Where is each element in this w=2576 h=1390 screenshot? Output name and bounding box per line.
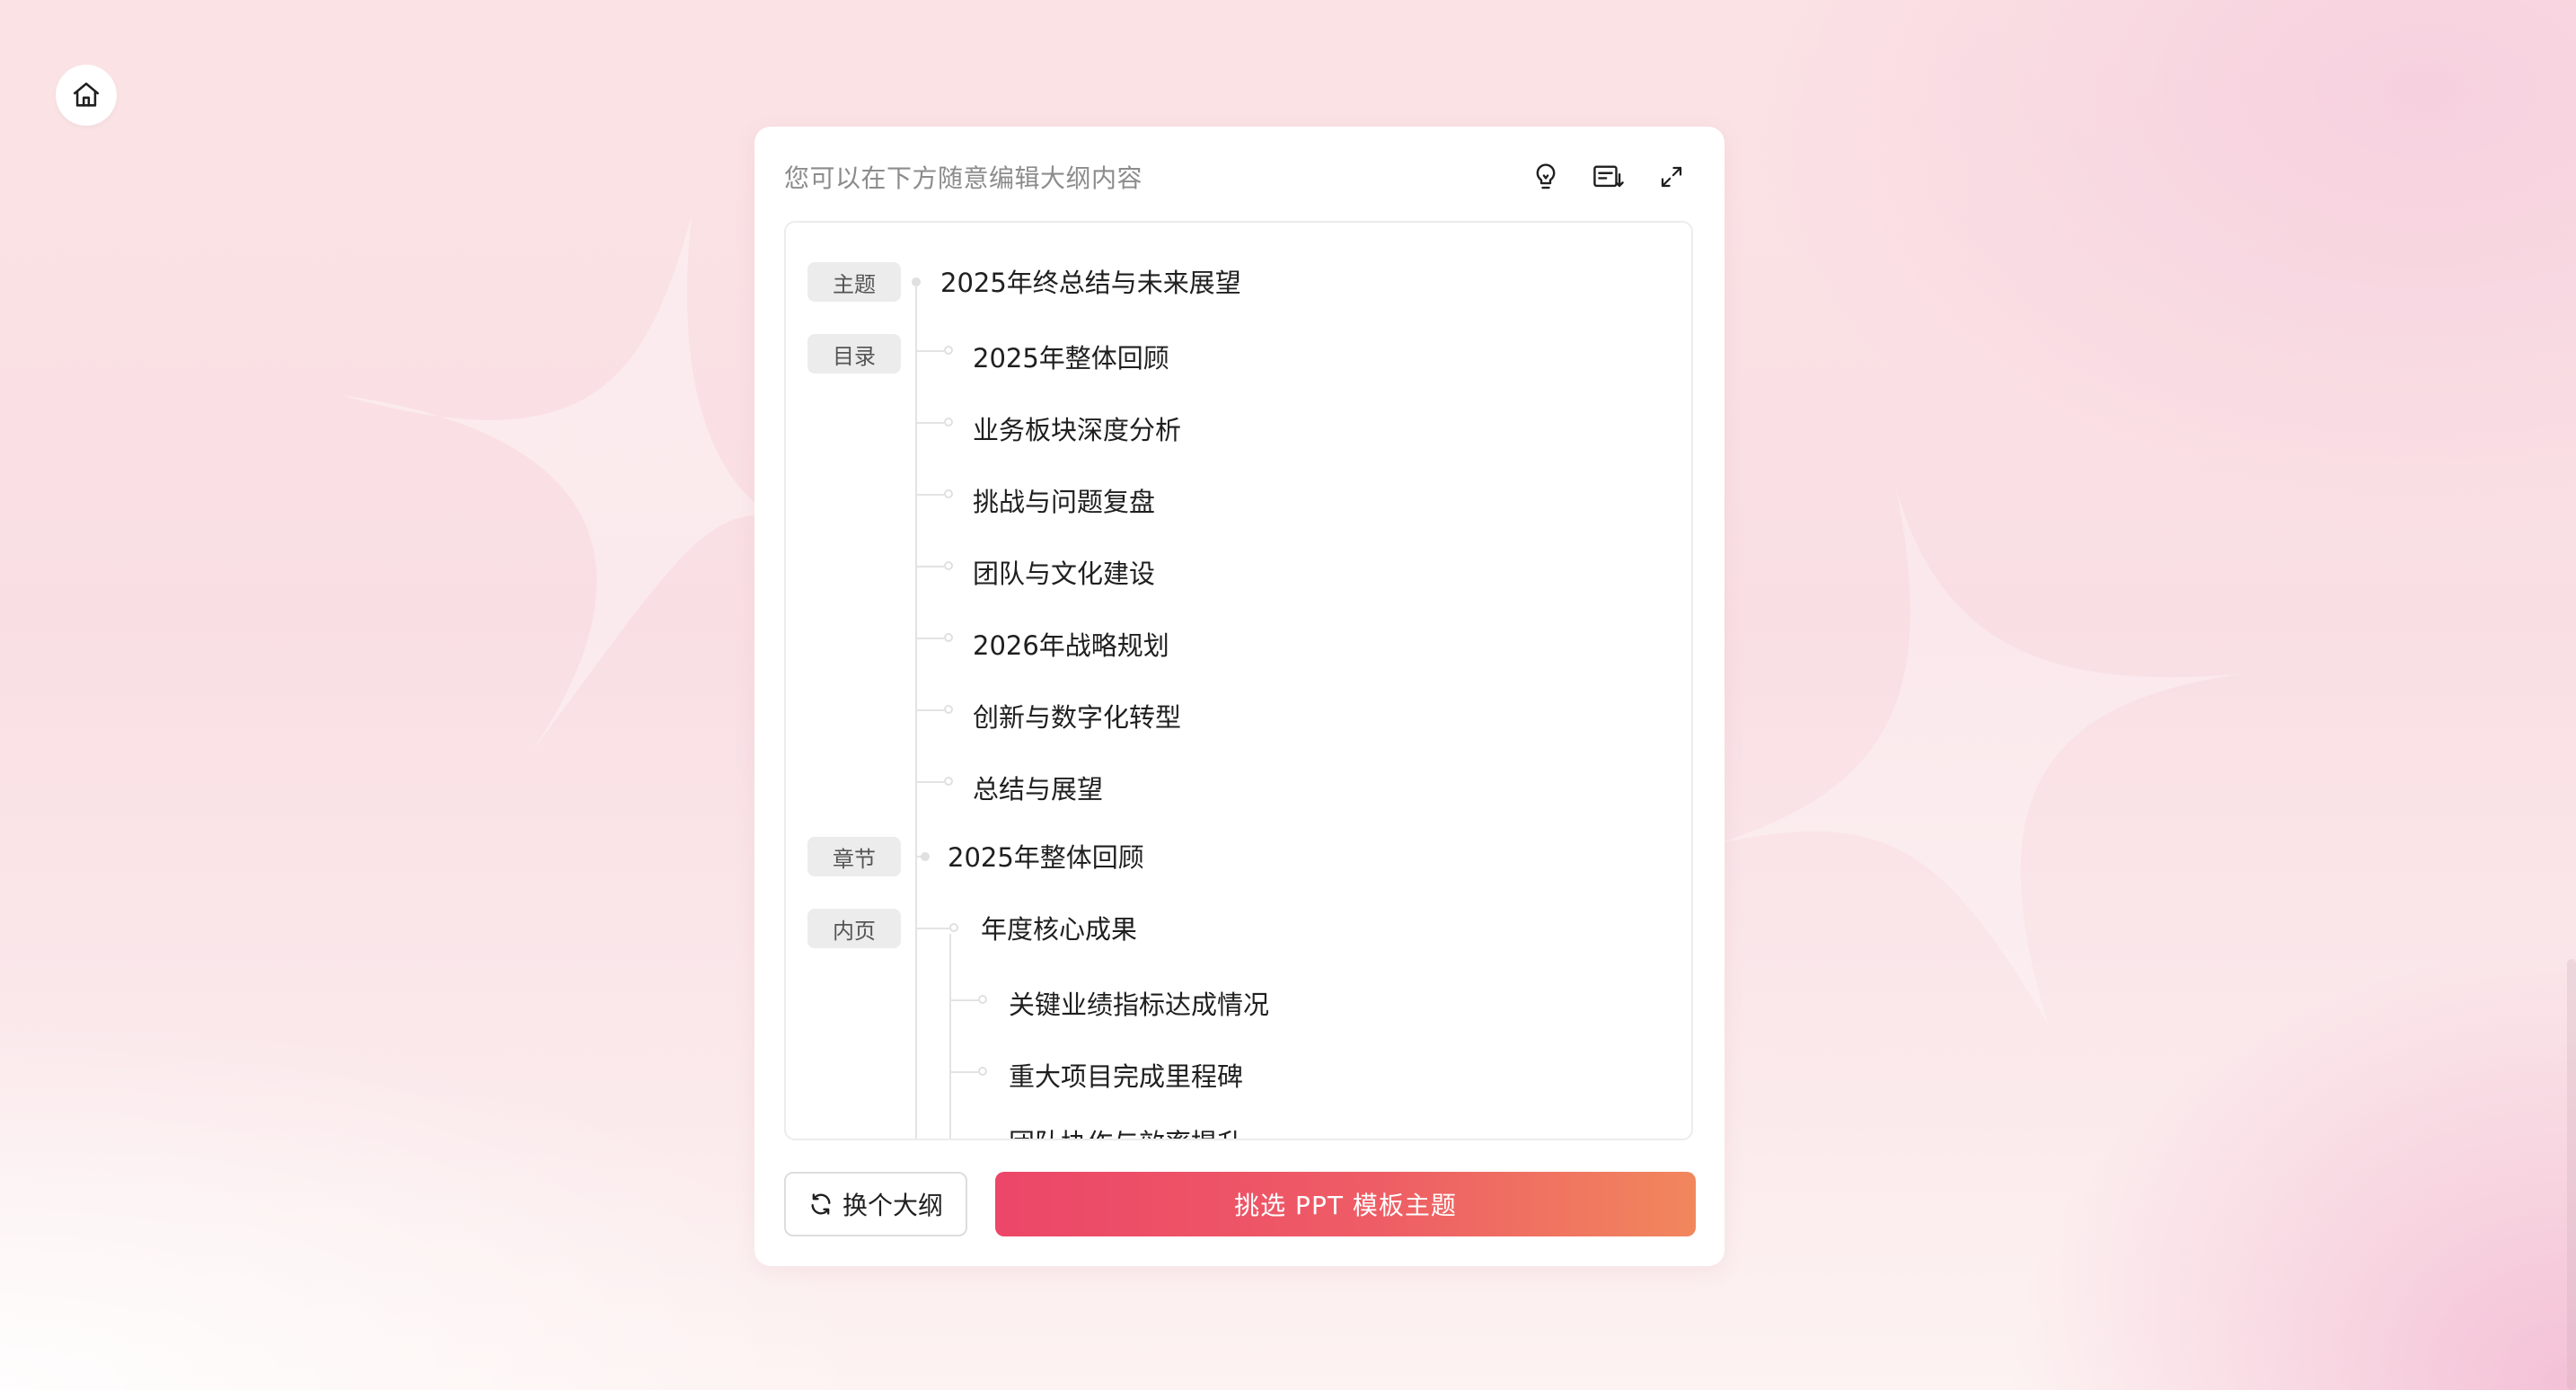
tree-branch-line	[917, 422, 944, 424]
tree-branch-line	[917, 566, 944, 567]
lightbulb-icon	[1536, 163, 1556, 189]
tree-node-ring	[978, 995, 987, 1004]
page-title[interactable]: 年度核心成果	[981, 909, 1137, 946]
regenerate-label: 换个大纲	[842, 1191, 943, 1220]
tree-node-ring	[944, 705, 953, 714]
tree-node-ring	[944, 346, 953, 355]
tree-node-ring	[978, 1067, 987, 1076]
tag-theme: 主题	[807, 262, 901, 302]
choose-template-button[interactable]: 挑选 PPT 模板主题	[995, 1172, 1696, 1236]
page-item[interactable]: 关键业绩指标达成情况	[1009, 984, 1269, 1022]
tree-sub-line	[949, 934, 951, 1139]
theme-title[interactable]: 2025年终总结与未来展望	[940, 262, 1241, 300]
header-toolbar	[1526, 157, 1691, 197]
toc-item[interactable]: 挑战与问题复盘	[973, 481, 1155, 519]
toc-item[interactable]: 2026年战略规划	[973, 625, 1169, 663]
outline-insert-icon	[1593, 165, 1624, 188]
tree-branch-line	[917, 638, 944, 639]
refresh-icon	[811, 1193, 831, 1215]
toc-item[interactable]: 总结与展望	[973, 769, 1103, 806]
toc-item[interactable]: 2025年整体回顾	[973, 338, 1169, 375]
toc-item[interactable]: 业务板块深度分析	[973, 409, 1181, 447]
tree-branch-line	[951, 999, 978, 1001]
choose-template-label: 挑选 PPT 模板主题	[1234, 1191, 1457, 1220]
expand-icon	[1661, 166, 1682, 188]
tree-node-ring	[944, 561, 953, 570]
tree-node-ring	[944, 633, 953, 642]
tree-node-dot	[912, 277, 921, 286]
page-item[interactable]: 团队协作与效率提升	[1009, 1122, 1243, 1139]
regenerate-outline-button[interactable]: 换个大纲	[784, 1172, 967, 1236]
tree-branch-line	[917, 928, 949, 929]
toc-item[interactable]: 创新与数字化转型	[973, 697, 1181, 735]
home-button[interactable]	[56, 65, 117, 126]
outline-tree[interactable]: 主题 2025年终总结与未来展望 目录 2025年整体回顾 业务板块深度分析 挑…	[784, 221, 1693, 1140]
tree-branch-line	[917, 494, 944, 496]
edit-hint: 您可以在下方随意编辑大纲内容	[784, 163, 1143, 193]
tree-trunk-line	[915, 284, 917, 1139]
page-scrollbar[interactable]	[2567, 959, 2576, 1390]
background-sparkle-right	[1716, 485, 2245, 1024]
tree-branch-line	[917, 709, 944, 711]
tree-node-ring	[944, 777, 953, 786]
home-icon	[73, 82, 100, 107]
insert-outline-button[interactable]	[1589, 157, 1628, 197]
tag-page: 内页	[807, 909, 901, 948]
outline-editor-card: 您可以在下方随意编辑大纲内容 主题 2025年终总结与未来展望 目录 2025年…	[754, 127, 1725, 1266]
tree-branch-line	[917, 781, 944, 783]
fullscreen-button[interactable]	[1652, 157, 1691, 197]
tree-branch-line	[917, 350, 944, 352]
tree-node-ring	[949, 923, 958, 932]
tree-branch-line	[951, 1071, 978, 1073]
tag-toc: 目录	[807, 334, 901, 374]
chapter-title[interactable]: 2025年整体回顾	[948, 837, 1144, 875]
tree-node-dot	[921, 852, 930, 861]
tree-node-ring	[944, 418, 953, 427]
background-sparkle-left	[341, 216, 781, 754]
tag-chapter: 章节	[807, 837, 901, 876]
idea-button[interactable]	[1526, 157, 1566, 197]
toc-item[interactable]: 团队与文化建设	[973, 553, 1155, 591]
card-header: 您可以在下方随意编辑大纲内容	[784, 152, 1695, 202]
tree-node-ring	[978, 1139, 987, 1140]
page-item[interactable]: 重大项目完成里程碑	[1009, 1056, 1243, 1094]
tree-node-ring	[944, 489, 953, 498]
